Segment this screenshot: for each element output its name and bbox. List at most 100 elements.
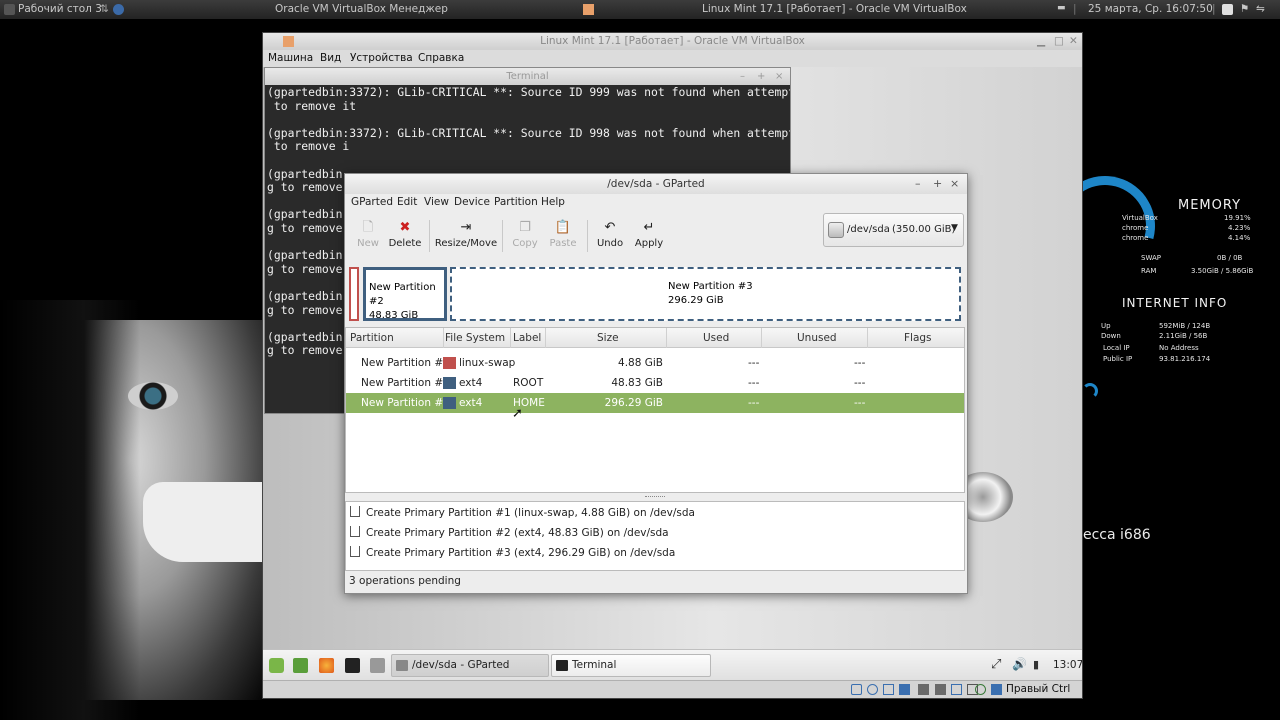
flag-icon[interactable]: ⚑	[1240, 3, 1249, 15]
close-icon[interactable]: ✕	[1069, 33, 1078, 50]
operation-item[interactable]: Create Primary Partition #3 (ext4, 296.2…	[350, 546, 675, 559]
undo-button[interactable]: ↶ Undo	[595, 214, 625, 258]
guest-clock[interactable]: 13:07	[1053, 659, 1082, 671]
ram-value: 3.50GiB / 5.86GiB	[1191, 267, 1254, 275]
new-icon: 🗋	[362, 220, 374, 235]
col-filesystem[interactable]: File System	[445, 332, 505, 344]
menu-edit[interactable]: Edit	[397, 196, 417, 208]
maximize-icon[interactable]: +	[933, 174, 942, 194]
menu-device[interactable]: Device	[454, 196, 490, 208]
operation-item[interactable]: Create Primary Partition #2 (ext4, 48.83…	[350, 526, 669, 539]
maximize-icon[interactable]: □	[1054, 33, 1064, 50]
net-name: Down	[1101, 332, 1121, 340]
copy-button[interactable]: ❐ Copy	[510, 214, 540, 258]
task-gparted[interactable]: /dev/sda - GParted	[391, 654, 549, 677]
menu-partition[interactable]: Partition	[494, 196, 538, 208]
mouse-integration-icon[interactable]	[975, 684, 986, 695]
capture-icon[interactable]	[951, 684, 962, 695]
terminal-launcher-icon[interactable]	[345, 658, 360, 673]
map-partition-size: 48.83 GiB	[369, 310, 419, 321]
pane-resize-handle[interactable]	[645, 496, 665, 499]
paste-button[interactable]: 📋 Paste	[547, 214, 579, 258]
cell-size: 296.29 GiB	[604, 397, 663, 409]
close-icon[interactable]: ×	[775, 68, 783, 85]
close-icon[interactable]: ×	[950, 174, 959, 194]
vbox-titlebar[interactable]: Linux Mint 17.1 [Работает] - Oracle VM V…	[263, 33, 1082, 50]
display-icon[interactable]	[935, 684, 946, 695]
map-partition-size: 296.29 GiB	[668, 295, 724, 306]
hdd-icon[interactable]	[851, 684, 862, 695]
menu-machine[interactable]: Машина	[268, 52, 313, 64]
cell-fs: linux-swap	[459, 357, 516, 369]
col-flags[interactable]: Flags	[904, 332, 932, 344]
show-desktop-icon[interactable]	[293, 658, 308, 673]
vm-icon	[283, 36, 294, 47]
resize-move-button[interactable]: ⇥ Resize/Move	[434, 214, 498, 258]
firefox-icon[interactable]	[319, 658, 334, 673]
col-label[interactable]: Label	[513, 332, 541, 344]
terminal-titlebar[interactable]: Terminal – + ×	[265, 68, 790, 85]
status-text: 3 operations pending	[349, 575, 461, 587]
shared-folder-icon[interactable]	[918, 684, 929, 695]
gparted-icon	[396, 660, 408, 671]
network-icon[interactable]: ⤢	[991, 657, 1001, 672]
map-partition-name: New Partition #2	[369, 282, 436, 307]
delete-icon: ✖	[399, 220, 411, 235]
table-row-selected[interactable]: New Partition #3 ext4 HOME 296.29 GiB --…	[346, 393, 964, 413]
table-row[interactable]: New Partition #2 ext4 ROOT 48.83 GiB ---…	[346, 373, 964, 393]
menu-view[interactable]: Вид	[320, 52, 341, 64]
apply-button[interactable]: ↵ Apply	[633, 214, 665, 258]
usb-icon[interactable]	[883, 684, 894, 695]
gparted-titlebar[interactable]: /dev/sda - GParted – + ×	[345, 174, 967, 194]
new-button[interactable]: 🗋 New	[353, 214, 383, 258]
cell-unused: ---	[854, 397, 866, 409]
minimize-icon[interactable]: –	[915, 174, 921, 194]
task-terminal[interactable]: Terminal	[551, 654, 711, 677]
menu-gparted[interactable]: GParted	[351, 196, 393, 208]
net-value: 93.81.216.174	[1159, 355, 1211, 363]
volume-icon[interactable]: 🔊	[1012, 657, 1027, 671]
device-name: /dev/sda	[847, 224, 890, 235]
menu-help[interactable]: Справка	[418, 52, 464, 64]
operation-icon	[350, 506, 360, 517]
host-task-vm[interactable]: Linux Mint 17.1 [Работает] - Oracle VM V…	[702, 3, 967, 15]
minimize-icon[interactable]: ▬	[1057, 3, 1066, 13]
map-partition-1[interactable]	[349, 267, 359, 321]
minimize-icon[interactable]: ▁	[1037, 33, 1045, 50]
toolbar-separator	[587, 220, 588, 252]
operation-icon	[350, 526, 360, 537]
col-size[interactable]: Size	[597, 332, 619, 344]
power-icon[interactable]: ▮	[1033, 658, 1039, 671]
maximize-icon[interactable]: +	[757, 68, 765, 85]
keyboard-icon[interactable]	[1222, 4, 1233, 15]
map-partition-3[interactable]: New Partition #3 296.29 GiB	[450, 267, 961, 321]
col-unused[interactable]: Unused	[797, 332, 837, 344]
table-row[interactable]: New Partition #1 linux-swap 4.88 GiB ---…	[346, 353, 964, 373]
minimize-icon[interactable]: –	[740, 68, 745, 85]
workspace-icon[interactable]	[4, 4, 15, 15]
mint-menu-icon[interactable]	[269, 658, 284, 673]
col-partition[interactable]: Partition	[350, 332, 394, 344]
host-key-icon[interactable]	[991, 684, 1002, 695]
menu-help[interactable]: Help	[541, 196, 565, 208]
cd-icon[interactable]	[867, 684, 878, 695]
device-selector[interactable]: /dev/sda (350.00 GiB) ▼	[823, 213, 964, 247]
cell-label: ROOT	[513, 377, 544, 389]
delete-button[interactable]: ✖ Delete	[387, 214, 423, 258]
files-icon[interactable]	[370, 658, 385, 673]
operation-item[interactable]: Create Primary Partition #1 (linux-swap,…	[350, 506, 695, 519]
menu-view[interactable]: View	[424, 196, 449, 208]
swap-value: 0B / 0B	[1217, 254, 1243, 262]
internet-title: INTERNET INFO	[1122, 296, 1228, 310]
host-clock[interactable]: 25 марта, Ср. 16:07:50	[1088, 3, 1213, 15]
map-partition-2[interactable]: New Partition #2 48.83 GiB	[363, 267, 447, 321]
workspace-label[interactable]: Рабочий стол 3	[18, 3, 102, 15]
network-adapter-icon[interactable]	[899, 684, 910, 695]
menu-devices[interactable]: Устройства	[350, 52, 413, 64]
network-icon[interactable]: ⇋	[1256, 3, 1265, 15]
col-used[interactable]: Used	[703, 332, 729, 344]
host-task-vbox-manager[interactable]: Oracle VM VirtualBox Менеджер	[275, 3, 448, 15]
arc-icon	[1082, 383, 1098, 399]
net-name: Local IP	[1103, 344, 1130, 352]
